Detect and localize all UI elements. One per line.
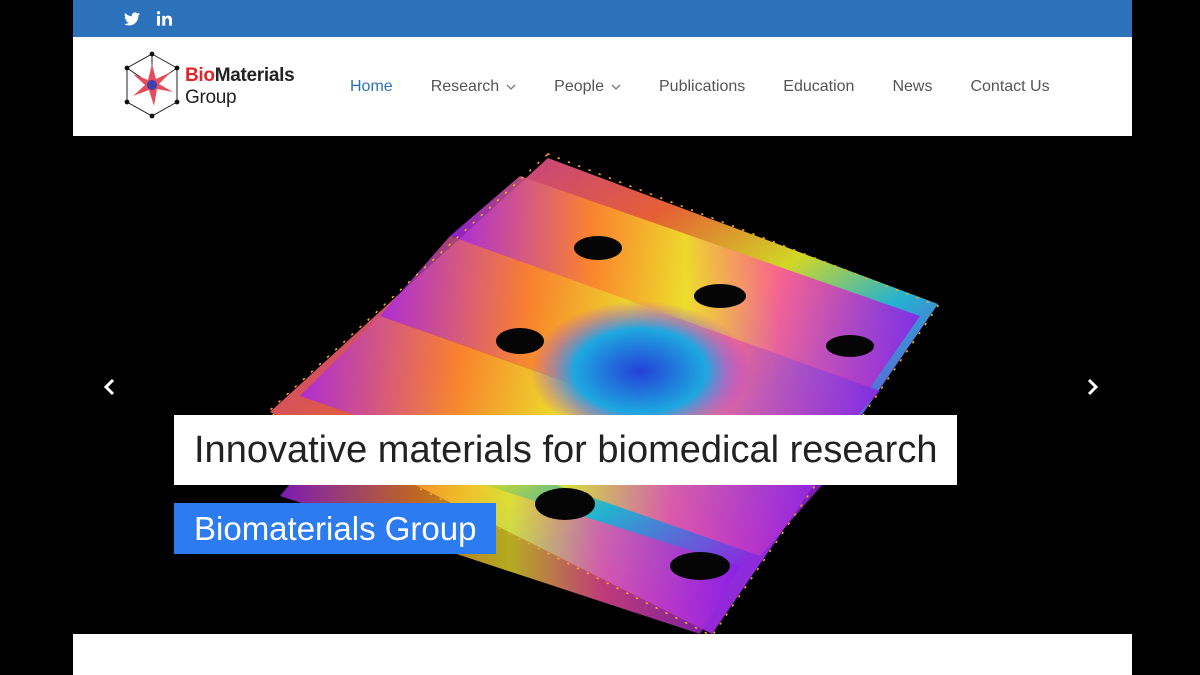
site-logo[interactable]: BioMaterials Group — [121, 50, 321, 124]
nav-research-label: Research — [430, 77, 500, 95]
hero-slider: Innovative materials for biomedical rese… — [0, 136, 1200, 634]
nav-education-label: Education — [783, 77, 855, 95]
nav-home-label: Home — [350, 77, 393, 95]
logo-text: BioMaterials Group — [185, 65, 295, 109]
linkedin-icon[interactable] — [155, 10, 173, 28]
content-area — [73, 634, 1132, 675]
main-nav: Home Research People Publications Educat… — [350, 37, 1088, 136]
top-bar — [73, 0, 1132, 37]
twitter-icon[interactable] — [123, 10, 141, 28]
chevron-down-icon — [506, 84, 516, 90]
logo-text-group: Group — [185, 87, 237, 108]
chevron-right-icon[interactable] — [1082, 376, 1104, 398]
nav-contact-us[interactable]: Contact Us — [970, 78, 1049, 96]
chevron-down-icon — [611, 84, 621, 90]
logo-text-bio: Bio — [185, 65, 215, 86]
nav-news-label: News — [892, 77, 933, 95]
social-links — [123, 10, 173, 28]
nav-publications-label: Publications — [659, 77, 746, 95]
nav-people[interactable]: People — [554, 78, 621, 96]
nav-news[interactable]: News — [892, 78, 932, 96]
hero-subtitle: Biomaterials Group — [174, 503, 497, 554]
nav-contact-us-label: Contact Us — [970, 77, 1050, 95]
chevron-left-icon[interactable] — [98, 376, 120, 398]
nav-home[interactable]: Home — [350, 78, 393, 96]
logo-mark-icon — [124, 51, 180, 119]
nav-people-label: People — [554, 77, 604, 95]
nav-research[interactable]: Research — [431, 78, 516, 96]
nav-education[interactable]: Education — [783, 78, 854, 96]
hero-title: Innovative materials for biomedical rese… — [174, 415, 958, 485]
logo-text-materials: Materials — [214, 65, 295, 86]
site-header: BioMaterials Group Home Research People … — [73, 37, 1132, 136]
nav-publications[interactable]: Publications — [659, 78, 745, 96]
hero-scaffold-image — [266, 153, 940, 634]
